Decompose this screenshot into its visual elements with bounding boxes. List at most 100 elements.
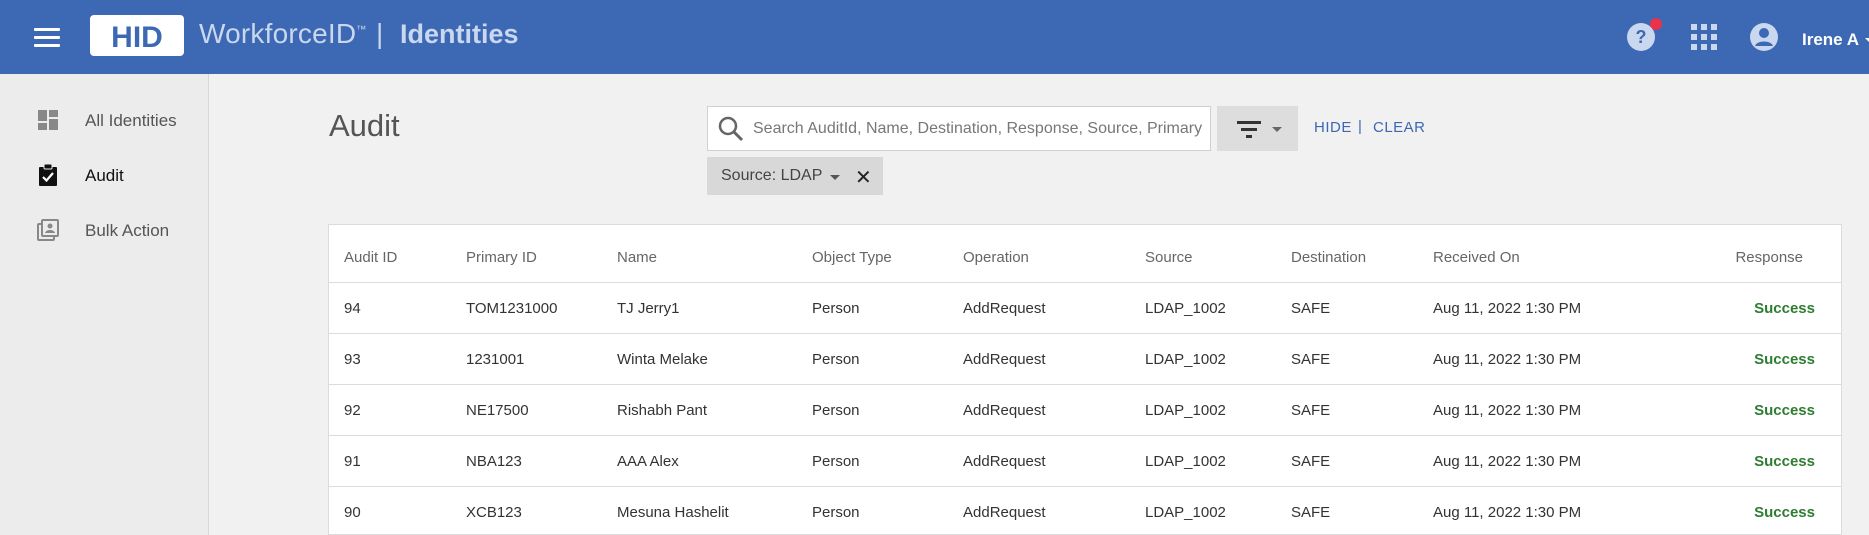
cell-source: LDAP_1002 bbox=[1145, 351, 1226, 368]
cell-received-on: Aug 11, 2022 1:30 PM bbox=[1433, 453, 1582, 470]
filter-chip-label[interactable]: Source: LDAP bbox=[721, 167, 822, 185]
column-header-destination[interactable]: Destination bbox=[1291, 249, 1366, 266]
cell-operation: AddRequest bbox=[963, 504, 1046, 521]
cell-received-on: Aug 11, 2022 1:30 PM bbox=[1433, 351, 1582, 368]
sidebar-item-bulk-action[interactable]: Bulk Action bbox=[0, 208, 208, 252]
cell-destination: SAFE bbox=[1291, 504, 1331, 521]
cell-response: Success bbox=[1754, 300, 1815, 317]
cell-primary-id: 1231001 bbox=[466, 351, 525, 368]
cell-received-on: Aug 11, 2022 1:30 PM bbox=[1433, 504, 1582, 521]
search-box[interactable] bbox=[707, 106, 1211, 151]
user-menu[interactable]: Irene A bbox=[1802, 30, 1869, 50]
chevron-down-icon bbox=[1865, 38, 1869, 44]
cell-source: LDAP_1002 bbox=[1145, 504, 1226, 521]
table-row[interactable]: 93 1231001 Winta Melake Person AddReques… bbox=[329, 334, 1841, 385]
cell-operation: AddRequest bbox=[963, 453, 1046, 470]
cell-name: Winta Melake bbox=[617, 351, 708, 368]
cell-audit-id: 90 bbox=[344, 504, 361, 521]
cell-name: Mesuna Hashelit bbox=[617, 504, 729, 521]
cell-destination: SAFE bbox=[1291, 402, 1331, 419]
cell-name: AAA Alex bbox=[617, 453, 679, 470]
cell-destination: SAFE bbox=[1291, 351, 1331, 368]
cell-source: LDAP_1002 bbox=[1145, 300, 1226, 317]
cell-audit-id: 92 bbox=[344, 402, 361, 419]
close-icon[interactable]: ✕ bbox=[855, 165, 872, 190]
sidebar-item-label: Audit bbox=[85, 166, 124, 185]
cell-audit-id: 93 bbox=[344, 351, 361, 368]
cell-primary-id: TOM1231000 bbox=[466, 300, 558, 317]
bulk-action-icon bbox=[37, 219, 59, 241]
sidebar-item-all-identities[interactable]: All Identities bbox=[0, 98, 208, 142]
cell-audit-id: 94 bbox=[344, 300, 361, 317]
dashboard-icon bbox=[38, 110, 58, 130]
app-section-title: Identities bbox=[400, 19, 519, 49]
help-icon[interactable]: ? bbox=[1626, 18, 1662, 52]
table-row[interactable]: 94 TOM1231000 TJ Jerry1 Person AddReques… bbox=[329, 283, 1841, 334]
column-header-source[interactable]: Source bbox=[1145, 249, 1193, 266]
cell-response: Success bbox=[1754, 453, 1815, 470]
column-header-object-type[interactable]: Object Type bbox=[812, 249, 892, 266]
cell-source: LDAP_1002 bbox=[1145, 453, 1226, 470]
table-header: Audit ID Primary ID Name Object Type Ope… bbox=[329, 225, 1841, 283]
search-icon bbox=[718, 116, 744, 142]
column-header-primary-id[interactable]: Primary ID bbox=[466, 249, 537, 266]
hide-filters-link[interactable]: HIDE bbox=[1314, 119, 1352, 136]
audit-table: Audit ID Primary ID Name Object Type Ope… bbox=[328, 224, 1842, 535]
cell-object-type: Person bbox=[812, 402, 860, 419]
cell-destination: SAFE bbox=[1291, 300, 1331, 317]
cell-operation: AddRequest bbox=[963, 300, 1046, 317]
sidebar-item-audit[interactable]: Audit bbox=[0, 153, 208, 197]
cell-audit-id: 91 bbox=[344, 453, 361, 470]
cell-response: Success bbox=[1754, 351, 1815, 368]
cell-source: LDAP_1002 bbox=[1145, 402, 1226, 419]
table-row[interactable]: 91 NBA123 AAA Alex Person AddRequest LDA… bbox=[329, 436, 1841, 487]
sidebar: All Identities Audit Bulk Action bbox=[0, 74, 209, 535]
cell-operation: AddRequest bbox=[963, 402, 1046, 419]
cell-object-type: Person bbox=[812, 351, 860, 368]
filter-icon bbox=[1237, 121, 1261, 138]
table-row[interactable]: 92 NE17500 Rishabh Pant Person AddReques… bbox=[329, 385, 1841, 436]
cell-operation: AddRequest bbox=[963, 351, 1046, 368]
cell-destination: SAFE bbox=[1291, 453, 1331, 470]
cell-primary-id: NBA123 bbox=[466, 453, 522, 470]
filter-button[interactable] bbox=[1217, 106, 1298, 151]
cell-primary-id: XCB123 bbox=[466, 504, 522, 521]
column-header-name[interactable]: Name bbox=[617, 249, 657, 266]
column-header-audit-id[interactable]: Audit ID bbox=[344, 249, 397, 266]
sidebar-item-label: All Identities bbox=[85, 111, 177, 130]
column-header-received-on[interactable]: Received On bbox=[1433, 249, 1520, 266]
account-circle-icon[interactable] bbox=[1749, 22, 1779, 52]
column-header-response[interactable]: Response bbox=[1735, 249, 1803, 266]
cell-object-type: Person bbox=[812, 300, 860, 317]
notification-dot bbox=[1650, 18, 1662, 30]
search-input[interactable] bbox=[753, 107, 1205, 150]
cell-primary-id: NE17500 bbox=[466, 402, 529, 419]
cell-response: Success bbox=[1754, 402, 1815, 419]
cell-response: Success bbox=[1754, 504, 1815, 521]
cell-received-on: Aug 11, 2022 1:30 PM bbox=[1433, 402, 1582, 419]
table-row[interactable]: 90 XCB123 Mesuna Hashelit Person AddRequ… bbox=[329, 487, 1841, 535]
cell-received-on: Aug 11, 2022 1:30 PM bbox=[1433, 300, 1582, 317]
brand-separator: | bbox=[376, 18, 384, 49]
filter-chip-source: Source: LDAP ✕ bbox=[707, 157, 883, 195]
sidebar-item-label: Bulk Action bbox=[85, 221, 170, 240]
hamburger-icon[interactable] bbox=[34, 28, 60, 48]
top-app-bar: HID WorkforceID™ | Identities ? Irene A bbox=[0, 0, 1869, 74]
user-name: Irene A bbox=[1802, 30, 1860, 49]
cell-name: TJ Jerry1 bbox=[617, 300, 680, 317]
cell-object-type: Person bbox=[812, 504, 860, 521]
column-header-operation[interactable]: Operation bbox=[963, 249, 1029, 266]
clear-filters-link[interactable]: CLEAR bbox=[1373, 119, 1426, 136]
cell-name: Rishabh Pant bbox=[617, 402, 708, 419]
apps-grid-icon[interactable] bbox=[1691, 24, 1717, 50]
page-title: Audit bbox=[329, 108, 400, 143]
brand-name: WorkforceID™ bbox=[199, 18, 367, 49]
hid-logo: HID bbox=[90, 15, 184, 56]
chevron-down-icon bbox=[1272, 127, 1282, 132]
svg-text:HID: HID bbox=[111, 21, 163, 52]
clipboard-check-icon bbox=[39, 163, 57, 186]
svg-text:?: ? bbox=[1636, 27, 1647, 47]
chevron-down-icon[interactable] bbox=[830, 175, 840, 180]
cell-object-type: Person bbox=[812, 453, 860, 470]
link-separator: | bbox=[1358, 118, 1362, 135]
